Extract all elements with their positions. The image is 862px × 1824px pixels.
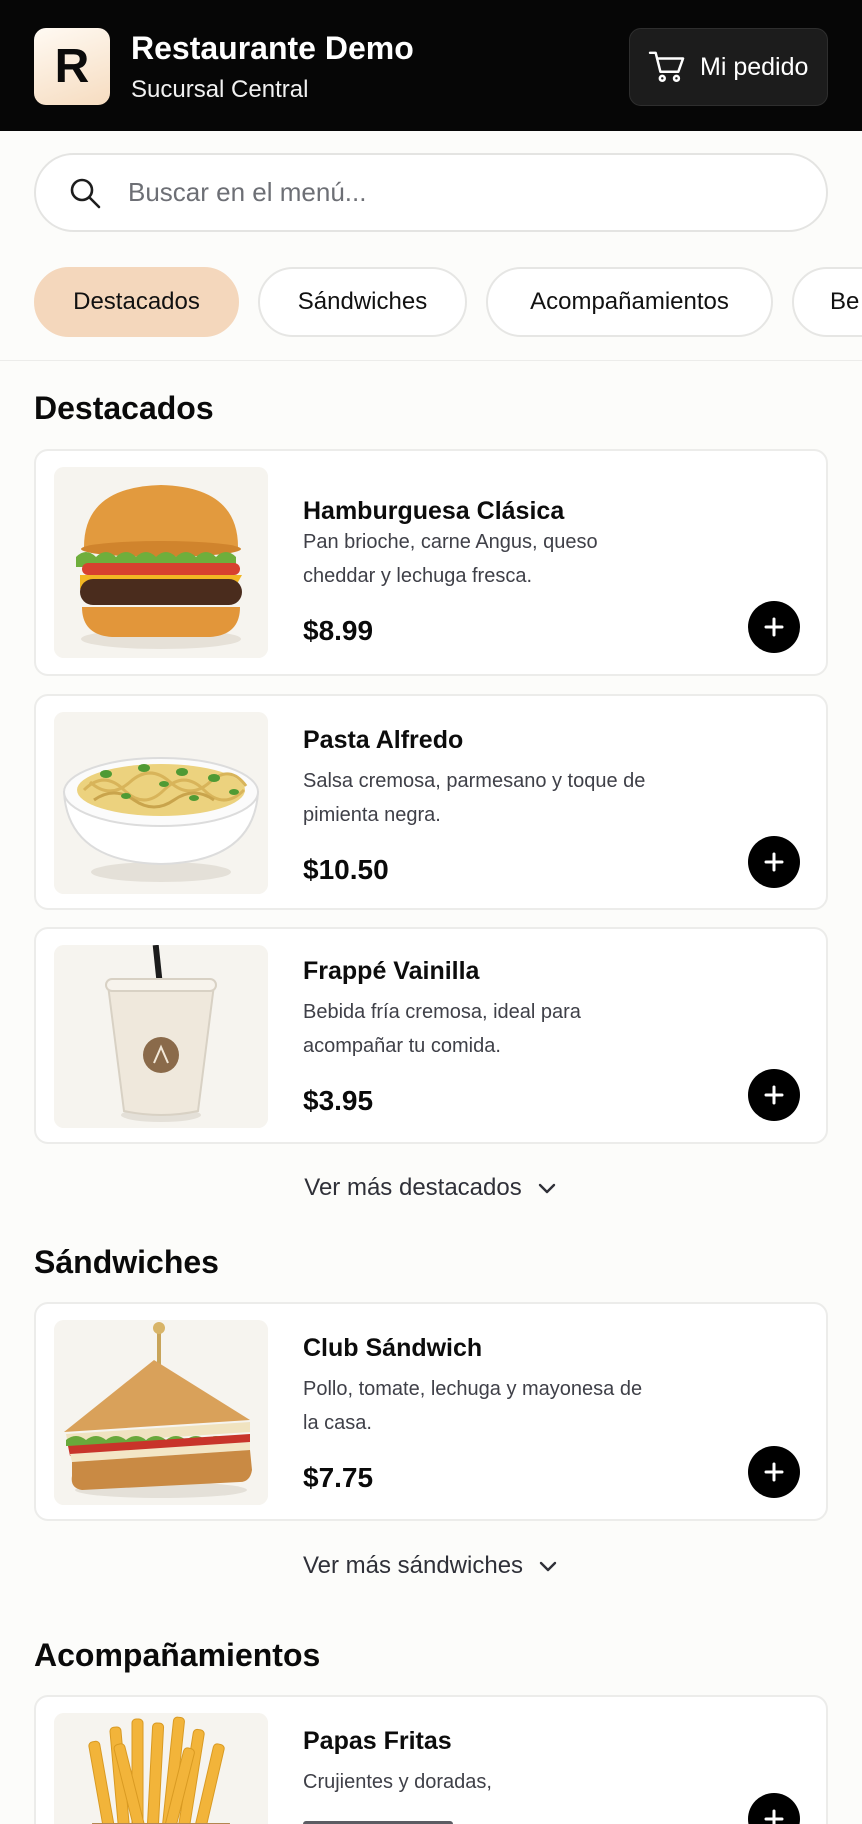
menu-search-bar[interactable] [34, 153, 828, 232]
item-description: Pan brioche, carne Angus, queso cheddar … [303, 531, 598, 587]
plus-icon [764, 1085, 784, 1105]
see-more-label: Ver más destacados [304, 1174, 522, 1201]
menu-item-card[interactable]: Hamburguesa Clásica Pan brioche, carne A… [34, 449, 828, 676]
add-to-order-button[interactable] [748, 1793, 800, 1824]
add-to-order-button[interactable] [748, 1446, 800, 1498]
branch-name: Sucursal Central [131, 76, 309, 103]
sandwich-image [54, 1320, 268, 1505]
item-price: $3.95 [303, 1085, 374, 1116]
my-order-button[interactable]: Mi pedido [629, 28, 828, 106]
plus-icon [764, 852, 784, 872]
plus-icon [764, 1809, 784, 1824]
item-name: Club Sándwich [303, 1334, 483, 1362]
menu-item-card[interactable]: Papas Fritas Crujientes y doradas, [34, 1695, 828, 1824]
see-more-label: Ver más sándwiches [302, 1552, 524, 1579]
chevron-down-icon [538, 1183, 555, 1194]
item-price: $7.75 [303, 1462, 374, 1493]
burger-image [54, 467, 268, 658]
pasta-image [54, 712, 268, 894]
restaurant-name: Restaurante Demo [131, 30, 414, 66]
section-title-acompanamientos: Acompañamientos [34, 1637, 321, 1673]
add-to-order-button[interactable] [748, 836, 800, 888]
add-to-order-button[interactable] [748, 1069, 800, 1121]
tab-sandwiches[interactable]: Sándwiches [258, 267, 467, 337]
item-description-partial [303, 1807, 663, 1824]
menu-item-card[interactable]: Pasta Alfredo Salsa cremosa, parmesano y… [34, 694, 828, 910]
tabs-divider [0, 360, 862, 361]
search-icon [70, 178, 101, 208]
add-to-order-button[interactable] [748, 601, 800, 653]
section-title-sandwiches: Sándwiches [34, 1244, 219, 1280]
plus-icon [764, 1462, 784, 1482]
menu-item-card[interactable]: Frappé Vainilla Bebida fría cremosa, ide… [34, 927, 828, 1144]
item-name: Hamburguesa Clásica [303, 497, 565, 525]
item-description: Salsa cremosa, parmesano y toque de pimi… [303, 770, 646, 826]
plus-icon [764, 617, 784, 637]
app-header: R Restaurante Demo Sucursal Central Mi p… [0, 0, 862, 131]
frappe-image [54, 945, 268, 1128]
menu-item-card[interactable]: Club Sándwich Pollo, tomate, lechuga y m… [34, 1302, 828, 1521]
item-price: $8.99 [303, 615, 374, 646]
cart-icon [648, 51, 685, 83]
restaurant-logo: R [34, 28, 110, 105]
tab-acompanamientos[interactable]: Acompañamientos [486, 267, 773, 337]
item-description: Crujientes y doradas, [303, 1771, 492, 1793]
search-input[interactable] [128, 177, 728, 208]
item-name: Pasta Alfredo [303, 726, 464, 754]
item-name: Papas Fritas [303, 1727, 452, 1755]
item-name: Frappé Vainilla [303, 957, 480, 985]
item-description: Pollo, tomate, lechuga y mayonesa de la … [303, 1378, 643, 1434]
see-more-sandwiches-button[interactable]: Ver más sándwiches [0, 1552, 862, 1580]
item-price: $10.50 [303, 854, 389, 885]
chevron-down-icon [539, 1561, 557, 1572]
category-tabs: Destacados Sándwiches Acompañamientos Be [0, 267, 862, 339]
item-description: Bebida fría cremosa, ideal para acompaña… [303, 1001, 581, 1057]
see-more-destacados-button[interactable]: Ver más destacados [0, 1174, 862, 1202]
tab-bebidas[interactable]: Be [792, 267, 862, 337]
fries-image [54, 1713, 268, 1824]
tab-destacados[interactable]: Destacados [34, 267, 239, 337]
section-title-destacados: Destacados [34, 390, 214, 426]
my-order-label: Mi pedido [700, 52, 809, 81]
logo-letter: R [54, 40, 90, 93]
